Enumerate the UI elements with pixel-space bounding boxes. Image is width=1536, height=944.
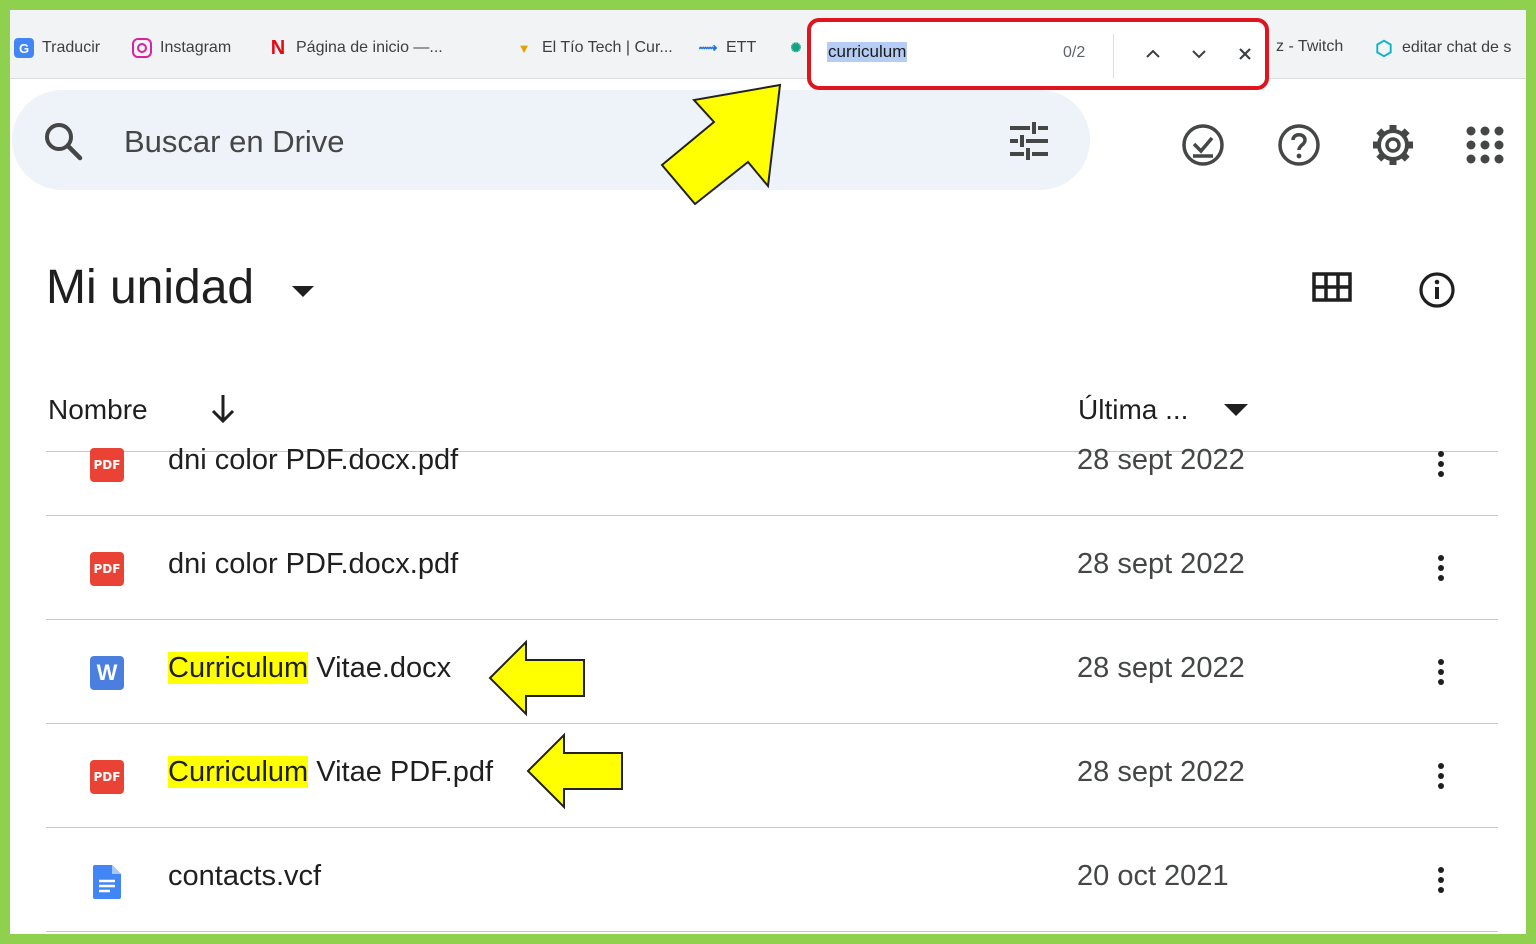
find-previous-button[interactable] — [1139, 40, 1167, 68]
more-actions-button[interactable] — [1426, 550, 1456, 586]
find-in-page-bar: curriculum 0/2 — [807, 18, 1269, 90]
bookmark-chatgpt[interactable]: ✺ — [786, 38, 806, 58]
bookmark-el-tio-tech[interactable]: ▼ El Tío Tech | Cur... — [514, 38, 673, 58]
annotation-arrow-icon — [660, 83, 782, 206]
more-actions-button[interactable] — [1426, 446, 1456, 482]
file-name: Curriculum Vitae PDF.pdf — [168, 756, 494, 788]
bookmark-ett[interactable]: ⟿ ETT — [698, 38, 757, 58]
drive-search-bar[interactable]: Buscar en Drive — [12, 90, 1090, 190]
file-row[interactable]: contacts.vcf 20 oct 2021 — [46, 828, 1498, 932]
file-name: dni color PDF.docx.pdf — [168, 548, 459, 580]
gear-icon — [1373, 125, 1413, 165]
pdf-file-icon: PDF — [90, 552, 124, 586]
annotation-arrow-icon — [488, 639, 585, 717]
find-input[interactable]: curriculum — [827, 42, 908, 62]
info-icon[interactable] — [1417, 270, 1457, 310]
document-file-icon — [90, 864, 124, 899]
bookmark-label: El Tío Tech | Cur... — [542, 39, 673, 56]
file-name: contacts.vcf — [168, 860, 322, 892]
annotation-arrow-icon — [526, 732, 623, 810]
instagram-icon — [132, 38, 152, 58]
bookmark-twitch[interactable]: z - Twitch — [1276, 38, 1343, 56]
bookmark-label: Instagram — [160, 39, 232, 56]
search-icon[interactable] — [42, 120, 84, 162]
file-name: dni color PDF.docx.pdf — [168, 444, 459, 476]
pdf-file-icon: PDF — [90, 448, 124, 482]
word-file-icon: W — [90, 656, 124, 690]
bookmark-editar-chat[interactable]: ⬡ editar chat de s — [1374, 37, 1512, 60]
more-actions-button[interactable] — [1426, 758, 1456, 794]
file-row[interactable]: PDF Curriculum Vitae PDF.pdf 28 sept 202… — [46, 724, 1498, 828]
chevron-up-icon — [1146, 49, 1160, 58]
file-row[interactable]: PDF dni color PDF.docx.pdf 28 sept 2022 — [46, 516, 1498, 620]
file-date: 28 sept 2022 — [1077, 444, 1245, 476]
google-translate-icon: G — [14, 38, 34, 58]
find-match-count: 0/2 — [1063, 44, 1086, 61]
find-next-button[interactable] — [1185, 40, 1213, 68]
bookmarks-bar: G Traducir Instagram N Página de inicio … — [10, 10, 1526, 79]
file-date: 28 sept 2022 — [1077, 548, 1245, 580]
screenshot-frame: G Traducir Instagram N Página de inicio … — [10, 10, 1526, 934]
more-actions-button[interactable] — [1426, 862, 1456, 898]
apps-button[interactable] — [1460, 120, 1510, 170]
grid-view-icon[interactable] — [1312, 272, 1352, 302]
bookmark-label: z - Twitch — [1276, 38, 1344, 55]
more-vert-icon — [1438, 451, 1444, 477]
more-vert-icon — [1438, 763, 1444, 789]
more-actions-button[interactable] — [1426, 654, 1456, 690]
medal-icon: ▼ — [517, 40, 531, 56]
bookmark-label: editar chat de s — [1402, 39, 1512, 56]
search-input[interactable]: Buscar en Drive — [124, 124, 345, 160]
chevron-down-icon — [1192, 50, 1206, 59]
more-vert-icon — [1438, 659, 1444, 685]
chatgpt-icon: ✺ — [790, 40, 802, 55]
file-name: Curriculum Vitae.docx — [168, 652, 452, 684]
file-date: 28 sept 2022 — [1077, 652, 1245, 684]
file-row[interactable]: PDF dni color PDF.docx.pdf 28 sept 2022 — [46, 412, 1498, 516]
netflix-icon: N — [270, 36, 286, 59]
bookmark-traducir[interactable]: G Traducir — [14, 38, 100, 58]
file-row[interactable]: W Curriculum Vitae.docx 28 sept 2022 — [46, 620, 1498, 724]
close-icon — [1239, 48, 1251, 60]
check-circle-icon — [1182, 124, 1224, 166]
apps-grid-icon — [1466, 126, 1504, 164]
ett-icon: ⟿ — [698, 40, 718, 55]
bookmark-instagram[interactable]: Instagram — [132, 38, 231, 58]
offline-ready-button[interactable] — [1178, 120, 1228, 170]
help-icon — [1278, 124, 1320, 166]
more-vert-icon — [1438, 555, 1444, 581]
file-date: 20 oct 2021 — [1077, 860, 1229, 892]
search-options-icon[interactable] — [1008, 120, 1050, 162]
more-vert-icon — [1438, 867, 1444, 893]
find-close-button[interactable] — [1231, 40, 1259, 68]
settings-button[interactable] — [1368, 120, 1418, 170]
bookmark-label: Página de inicio —... — [296, 39, 443, 56]
file-date: 28 sept 2022 — [1077, 756, 1245, 788]
bookmark-label: ETT — [726, 39, 757, 56]
find-divider — [1113, 34, 1114, 78]
bookmark-netflix[interactable]: N Página de inicio —... — [268, 36, 443, 59]
page-title[interactable]: Mi unidad — [46, 260, 254, 315]
hexagon-icon: ⬡ — [1375, 37, 1393, 60]
bookmark-label: Traducir — [42, 39, 101, 56]
pdf-file-icon: PDF — [90, 760, 124, 794]
help-button[interactable] — [1274, 120, 1324, 170]
caret-down-icon[interactable] — [292, 286, 314, 300]
